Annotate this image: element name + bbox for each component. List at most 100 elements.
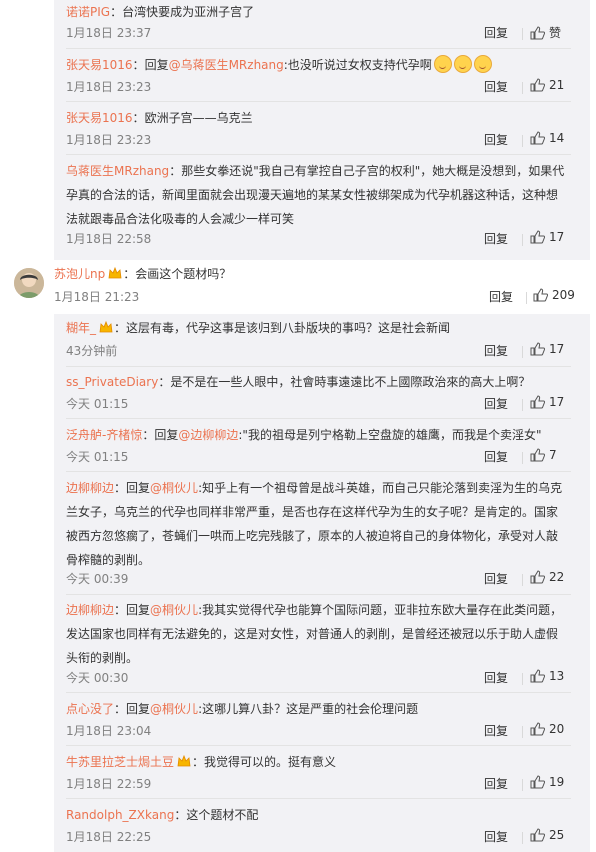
divider <box>66 692 571 693</box>
comment-separator: ： <box>114 321 127 335</box>
comment-username[interactable]: 张天易1016 <box>66 111 133 125</box>
comment-username[interactable]: 苏泡儿np <box>54 267 105 281</box>
comment-text-line: 发达国家也同样有无法避免的，这是对女性，对普通人的剥削，是曾经还被冠以乐于助人虚… <box>66 627 559 641</box>
like-button[interactable]: 17 <box>530 230 564 244</box>
reply-button[interactable]: 回复 <box>484 131 508 148</box>
comment-separator: ： <box>132 111 145 125</box>
reply-to-prefix: 回复 <box>144 58 169 72</box>
divider <box>66 101 571 102</box>
like-count: 赞 <box>549 26 562 40</box>
vip-badge-icon <box>108 266 122 279</box>
like-count: 7 <box>549 448 557 462</box>
comment-item: Randolph_ZXkang：这个题材不配 <box>66 803 566 827</box>
like-button[interactable]: 13 <box>530 669 564 683</box>
like-count: 17 <box>549 342 565 356</box>
thumbs-up-icon <box>530 395 546 409</box>
mention-link[interactable]: @边柳柳边 <box>178 428 238 442</box>
comment-text: 台湾快要成为亚洲子宫了 <box>122 5 255 19</box>
like-button[interactable]: 17 <box>530 395 564 409</box>
mention-link[interactable]: @桐伙儿 <box>150 603 198 617</box>
reply-button[interactable]: 回复 <box>484 342 508 359</box>
comment-item: 乌蒋医生MRzhang：那些女拳还说"我自己有掌控自己子宫的权利"，她大概是没想… <box>66 159 566 231</box>
comment-username[interactable]: 张天易1016 <box>66 58 133 72</box>
vip-badge-icon <box>177 754 191 767</box>
reply-button[interactable]: 回复 <box>484 722 508 739</box>
like-count: 21 <box>549 78 565 92</box>
comment-meta: 1月18日 23:23 回复 21 <box>66 78 566 98</box>
reply-button[interactable]: 回复 <box>484 828 508 845</box>
thumbs-up-icon <box>530 448 546 462</box>
divider <box>522 726 523 738</box>
comment-time: 1月18日 21:23 <box>54 290 140 304</box>
like-button[interactable]: 17 <box>530 342 564 356</box>
divider <box>522 135 523 147</box>
reply-button[interactable]: 回复 <box>484 78 508 95</box>
comment-time: 1月18日 23:23 <box>66 133 152 147</box>
comment-username[interactable]: 乌蒋医生MRzhang <box>66 164 169 178</box>
comment-text-line: 那些女拳还说"我自己有掌控自己子宫的权利"，她大概是没想到，如果代 <box>181 164 565 178</box>
thumbs-up-icon <box>530 78 546 92</box>
comment-username[interactable]: 诺诺PIG <box>66 5 110 19</box>
comment-item: 边柳柳边：回复@桐伙儿:我其实觉得代孕也能算个国际问题，亚非拉东欧大量存在此类问… <box>66 598 566 670</box>
comment-text: 这个题材不配 <box>186 808 259 822</box>
comment-separator: ： <box>114 702 127 716</box>
like-button[interactable]: 赞 <box>530 24 561 41</box>
like-count: 17 <box>549 230 565 244</box>
like-button[interactable]: 7 <box>530 448 557 462</box>
reply-button[interactable]: 回复 <box>484 395 508 412</box>
comment-item: 牛苏里拉芝士焗土豆 ：我觉得可以的。挺有意义 <box>66 750 566 774</box>
vip-badge-icon <box>99 320 113 333</box>
divider <box>522 82 523 94</box>
comment-username[interactable]: 边柳柳边 <box>66 481 114 495</box>
comment-username[interactable]: ss_PrivateDiary <box>66 375 158 389</box>
reply-button[interactable]: 回复 <box>489 288 513 305</box>
reply-button[interactable]: 回复 <box>484 669 508 686</box>
mention-link[interactable]: @桐伙儿 <box>150 481 198 495</box>
comment-item: ss_PrivateDiary：是不是在一些人眼中，社會時事遠遠比不上國際政治來… <box>66 370 566 394</box>
reply-button[interactable]: 回复 <box>484 24 508 41</box>
divider <box>522 399 523 411</box>
like-button[interactable]: 21 <box>530 78 564 92</box>
comment-text: :也没听说过女权支持代孕啊 <box>283 58 432 72</box>
comment-separator: ： <box>114 481 127 495</box>
reply-button[interactable]: 回复 <box>484 775 508 792</box>
comment-username[interactable]: 边柳柳边 <box>66 603 114 617</box>
like-count: 25 <box>549 828 565 842</box>
comment-item: 张天易1016：欧洲子宫——乌克兰 <box>66 106 566 130</box>
like-count: 13 <box>549 669 565 683</box>
like-count: 14 <box>549 131 565 145</box>
like-button[interactable]: 20 <box>530 722 564 736</box>
avatar[interactable] <box>14 268 44 298</box>
mention-link[interactable]: @桐伙儿 <box>150 702 198 716</box>
like-button[interactable]: 19 <box>530 775 564 789</box>
comment-item: 泛舟舻-齐楮惊：回复@边柳柳边:"我的祖母是列宁格勒上空盘旋的雄鹰，而我是个卖淫… <box>66 423 566 447</box>
comment-username[interactable]: 点心没了 <box>66 702 114 716</box>
comment-text: 这层有毒，代孕这事是该归到八卦版块的事吗？这是社会新闻 <box>126 321 451 335</box>
like-button[interactable]: 25 <box>530 828 564 842</box>
reply-to-prefix: 回复 <box>126 603 151 617</box>
comment-username[interactable]: 糊年_ <box>66 321 96 335</box>
comment-time: 1月18日 23:04 <box>66 724 152 738</box>
like-button[interactable]: 22 <box>530 570 564 584</box>
reply-button[interactable]: 回复 <box>484 570 508 587</box>
comment-meta: 1月18日 23:23 回复 14 <box>66 131 566 151</box>
comment-meta: 1月18日 22:58 回复 17 <box>66 230 566 250</box>
comment-text-line: :知乎上有一个祖母曾是战斗英雄，而自己只能沦落到卖淫为生的乌克 <box>198 481 563 495</box>
reply-button[interactable]: 回复 <box>484 230 508 247</box>
like-button[interactable]: 14 <box>530 131 564 145</box>
comment-username[interactable]: 泛舟舻-齐楮惊 <box>66 428 142 442</box>
divider <box>522 832 523 844</box>
comment-text-line: 孕真的合法的话，新闻里面就会出现漫天遍地的某某女性被绑架成为代孕机器这种话，这种… <box>66 188 559 202</box>
divider <box>526 292 527 304</box>
comment-item: 边柳柳边：回复@桐伙儿:知乎上有一个祖母曾是战斗英雄，而自己只能沦落到卖淫为生的… <box>66 476 566 572</box>
comment-username[interactable]: 牛苏里拉芝士焗土豆 <box>66 755 174 769</box>
like-count: 22 <box>549 570 565 584</box>
comment-item: 糊年_ ：这层有毒，代孕这事是该归到八卦版块的事吗？这是社会新闻 <box>66 316 566 340</box>
reply-button[interactable]: 回复 <box>484 448 508 465</box>
divider <box>522 574 523 586</box>
comment-separator: ： <box>110 5 123 19</box>
comment-username[interactable]: Randolph_ZXkang <box>66 808 174 822</box>
mention-link[interactable]: @乌蒋医生MRzhang <box>169 58 284 72</box>
like-button[interactable]: 209 <box>533 288 575 302</box>
comment-separator: ： <box>123 267 136 281</box>
